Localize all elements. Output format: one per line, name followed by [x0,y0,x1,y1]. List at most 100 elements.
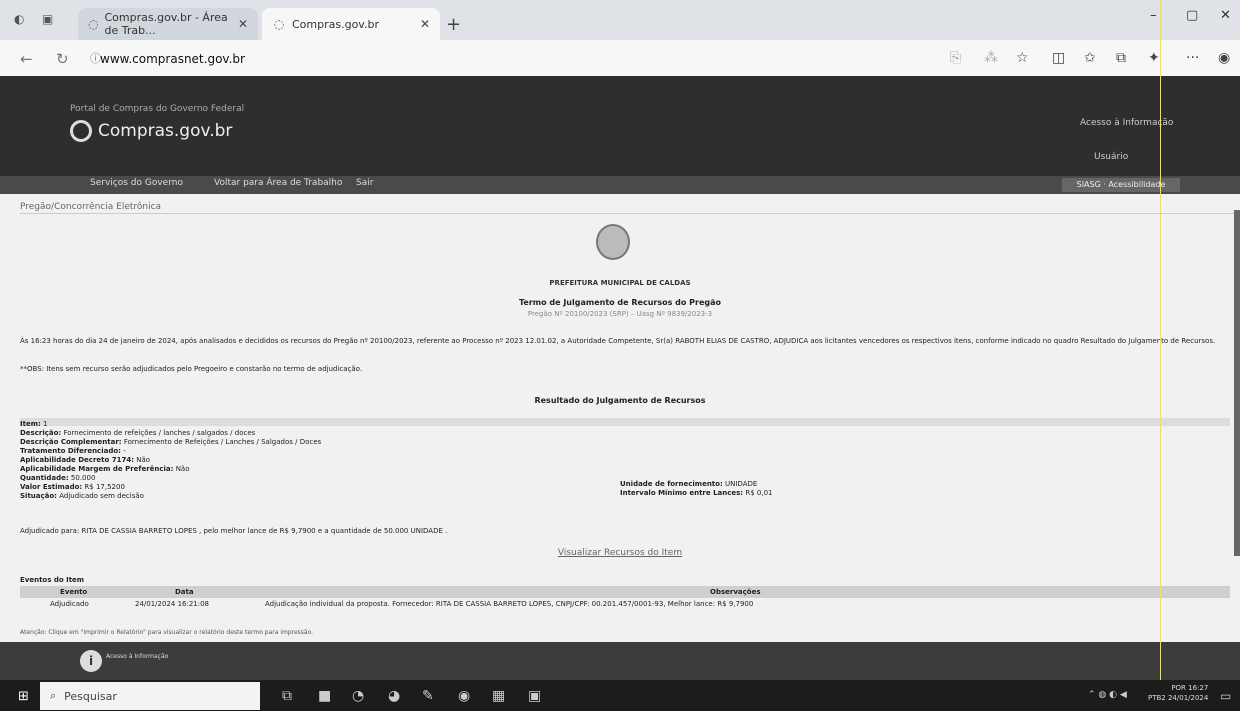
nav-right-siasg[interactable]: SIASG · Acessibilidade [1062,178,1180,192]
events-header-row: Evento Data Observações [20,586,1230,598]
edge-copilot-icon[interactable]: ◉ [1218,50,1230,66]
portal-label: Portal de Compras do Governo Federal [70,104,245,114]
obs-note: **OBS: Itens sem recurso serão adjudicad… [20,365,363,373]
divider [20,213,1234,214]
compras-logo-icon [70,120,92,142]
events-title: Eventos do Item [20,576,85,584]
chrome-icon[interactable]: ◉ [458,688,470,704]
nav-voltar-area-trabalho[interactable]: Voltar para Área de Trabalho [214,178,342,188]
intervalo-label: Intervalo Mínimo entre Lances: [620,489,744,497]
read-aloud-icon[interactable]: ⎘ [950,50,961,66]
events-header-evento: Evento [60,588,88,596]
edge-icon[interactable]: ◔ [352,688,364,704]
collections-icon[interactable]: ⧉ [1116,50,1126,66]
app-icon[interactable]: ▣ [528,688,541,704]
favorites-icon[interactable]: ✩ [1084,50,1096,66]
events-header-data: Data [175,588,194,596]
pregao-subtitle: Pregão Nº 20100/2023 (SRP) – Uasg Nº 983… [527,310,713,318]
valor-label: Valor Estimado: [20,483,83,491]
close-tab-icon[interactable]: ✕ [238,17,248,31]
search-placeholder: Pesquisar [64,689,117,703]
scrollbar-thumb[interactable] [1234,210,1240,556]
more-options-icon[interactable]: ··· [1186,50,1199,66]
acesso-informacao-icon[interactable]: i [80,650,102,672]
system-clock[interactable]: POR 16:27 PTB2 24/01/2024 [1148,683,1208,703]
logo-text: Compras.gov.br [98,121,233,141]
nav-sair[interactable]: Sair [356,178,373,188]
maximize-button[interactable]: ▢ [1186,8,1198,23]
translate-icon[interactable]: ⁂ [984,50,998,66]
app-icon[interactable]: ◕ [388,688,400,704]
compras-favicon-icon: ◌ [273,17,285,31]
back-icon[interactable]: ← [20,50,33,68]
aplicdec-label: Aplicabilidade Decreto 7174: [20,456,135,464]
adjudicado-line: Adjudicado para: RITA DE CASSIA BARRETO … [20,527,448,535]
footer-note: Atenção: Clique em "Imprimir o Relatório… [20,629,314,636]
notification-icon[interactable]: ▭ [1220,689,1231,703]
municipal-seal-icon [596,224,630,260]
tab-area-de-trabalho[interactable]: ◌ Compras.gov.br - Área de Trab... ✕ [78,8,258,40]
tray-icons[interactable]: ⌃ ◍ ◐ ◀ [1088,690,1127,700]
scan-line [1160,0,1161,680]
prefeitura-title: PREFEITURA MUNICIPAL DE CALDAS [549,279,691,287]
trat-value: - [123,447,126,455]
desccomp-value: Fornecimento de Refeições / Lanches / Sa… [123,438,322,446]
desccomp-label: Descrição Complementar: [20,438,122,446]
tray-line-1: POR 16:27 [1171,684,1209,692]
minimize-button[interactable]: – [1150,8,1157,23]
tab-label: Compras.gov.br [292,17,379,31]
search-icon: ⌕ [50,689,57,702]
nav-servicos-governo[interactable]: Serviços do Governo [90,178,183,188]
tab-label: Compras.gov.br - Área de Trab... [104,11,228,37]
item-details: Item: 1 Descrição: Fornecimento de refei… [20,420,321,501]
breadcrumb: Pregão/Concorrência Eletrônica [20,202,162,212]
favorite-star-icon[interactable]: ☆ [1016,50,1029,66]
compras-logo[interactable]: Compras.gov.br [70,120,232,142]
resultado-title: Resultado do Julgamento de Recursos [534,396,706,405]
situacao-value: Adjudicado sem decisão [59,492,144,500]
item-label: Item: [20,420,41,428]
url-input[interactable]: www.comprasnet.gov.br [100,48,930,70]
item-unit-details: Unidade de fornecimento: UNIDADE Interva… [620,480,772,498]
file-explorer-icon[interactable]: ■ [318,688,331,704]
intervalo-value: R$ 0,01 [745,489,773,497]
table-row: Adjudicado 24/01/2024 16:21:08 Adjudicaç… [20,600,1230,610]
unidade-label: Unidade de fornecimento: [620,480,723,488]
compras-favicon-icon: ◌ [88,17,99,31]
events-header-obs: Observações [710,588,761,596]
windows-start-icon[interactable]: ⊞ [18,689,29,704]
tab-compras[interactable]: ◌ Compras.gov.br ✕ [262,8,440,40]
item-value: 1 [43,420,48,428]
unidade-value: UNIDADE [725,480,758,488]
qtd-value: 50.000 [70,474,96,482]
desc-label: Descrição: [20,429,62,437]
new-tab-button[interactable]: + [446,14,461,35]
close-tab-icon[interactable]: ✕ [420,17,430,31]
visualizar-recursos-link[interactable]: Visualizar Recursos do Item [0,548,1240,558]
task-view-icon[interactable]: ⧉ [282,688,292,704]
header-link-usuario[interactable]: Usuário [1094,152,1128,162]
aplicmarg-label: Aplicabilidade Margem de Preferência: [20,465,174,473]
app-icon[interactable]: ✎ [422,688,434,704]
split-screen-icon[interactable]: ◫ [1052,50,1065,66]
aplicmarg-value: Não [175,465,190,473]
aplicdec-value: Não [136,456,151,464]
reload-icon[interactable]: ↻ [56,50,69,68]
valor-value: R$ 17,5200 [84,483,125,491]
event-evento: Adjudicado [50,600,89,608]
desc-value: Fornecimento de refeições / lanches / sa… [63,429,256,437]
termo-title: Termo de Julgamento de Recursos do Pregã… [519,298,721,307]
event-data: 24/01/2024 16:21:08 [135,600,210,608]
tab-actions-icon[interactable]: ▣ [42,12,53,26]
event-obs: Adjudicação individual da proposta. Forn… [265,600,754,608]
app-icon[interactable]: ▦ [492,688,505,704]
qtd-label: Quantidade: [20,474,69,482]
extensions-icon[interactable]: ✦ [1148,50,1160,66]
site-nav-bar [0,176,1240,194]
situacao-label: Situação: [20,492,57,500]
close-window-button[interactable]: ✕ [1220,8,1231,23]
trat-label: Tratamento Diferenciado: [20,447,121,455]
gov-footer-label[interactable]: Acesso à Informação [106,653,168,661]
taskbar-search-input[interactable]: ⌕ Pesquisar [40,682,260,710]
profile-icon[interactable]: ◐ [14,12,24,26]
